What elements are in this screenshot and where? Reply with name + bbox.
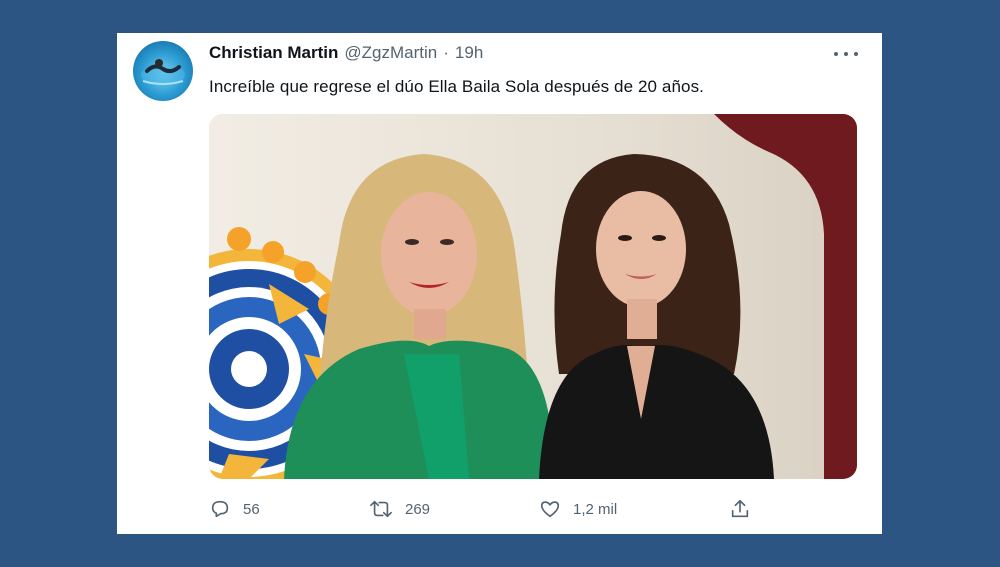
tweet-card[interactable]: Christian Martin @ZgzMartin · 19h Increí… [117,33,882,534]
avatar[interactable] [133,41,193,101]
like-count: 1,2 mil [573,500,618,518]
reply-count: 56 [243,500,260,518]
avatar-image [141,59,185,85]
more-options-icon[interactable] [834,45,858,63]
author-name[interactable]: Christian Martin [209,43,338,63]
tweet-timestamp[interactable]: 19h [455,43,483,63]
share-button[interactable] [729,495,751,523]
reply-icon [209,498,231,520]
like-button[interactable]: 1,2 mil [539,495,617,523]
share-icon [729,498,751,520]
tweet-photo[interactable] [209,114,857,479]
retweet-button[interactable]: 269 [369,495,430,523]
reply-button[interactable]: 56 [209,495,260,523]
author-handle[interactable]: @ZgzMartin [344,43,437,63]
tweet-header: Christian Martin @ZgzMartin · 19h [209,43,862,69]
tweet-text: Increíble que regrese el dúo Ella Baila … [209,77,705,96]
like-icon [539,498,561,520]
separator-dot: · [443,43,449,62]
photo-image [209,114,857,479]
retweet-icon [369,498,393,520]
tweet-actions: 56 269 1,2 mil [209,495,849,523]
retweet-count: 269 [405,500,431,518]
